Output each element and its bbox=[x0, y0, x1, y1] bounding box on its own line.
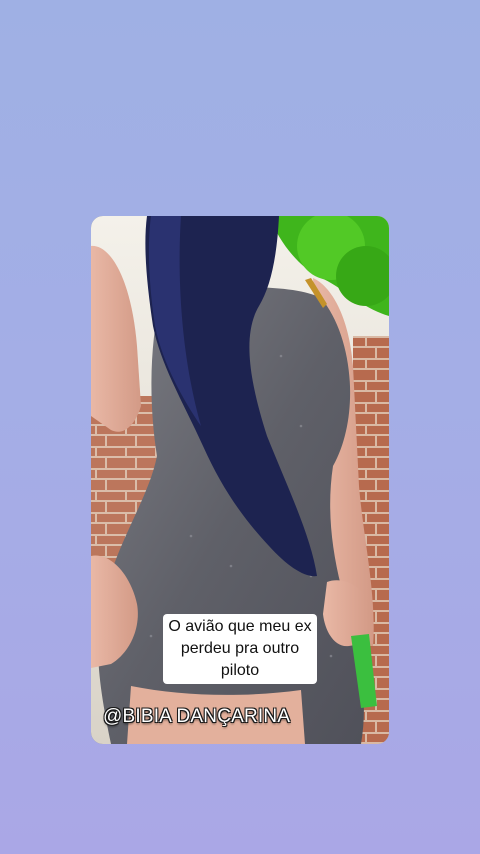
story-caption: O avião que meu ex perdeu pra outro pilo… bbox=[163, 614, 317, 684]
user-handle: @BIBIA DANÇARINA bbox=[103, 706, 291, 727]
story-card[interactable]: O avião que meu ex perdeu pra outro pilo… bbox=[91, 216, 389, 744]
caption-line: piloto bbox=[220, 662, 260, 679]
caption-line: perdeu pra outro bbox=[180, 640, 300, 657]
caption-line: O avião que meu ex bbox=[168, 618, 312, 635]
